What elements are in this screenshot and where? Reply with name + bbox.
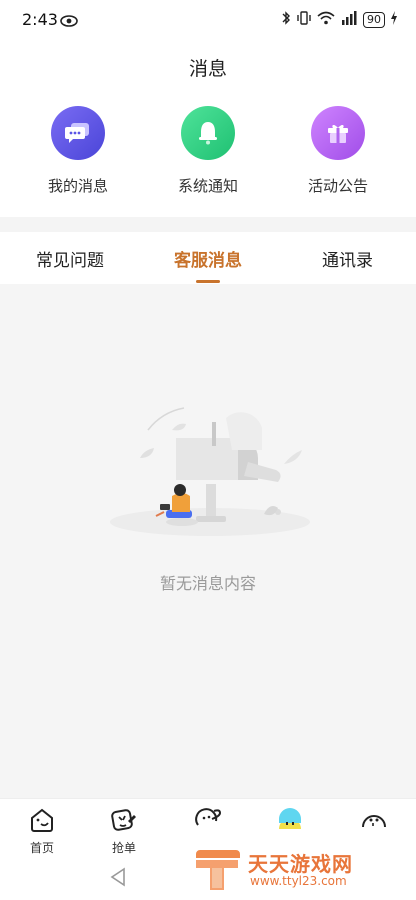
back-triangle-icon[interactable]: [108, 866, 128, 892]
nav-avatar[interactable]: [260, 807, 320, 835]
section-divider: [0, 217, 416, 232]
page-title: 消息: [188, 58, 227, 80]
nav-grab-order[interactable]: 抢单: [94, 807, 154, 856]
tab-faq[interactable]: 常见问题: [36, 246, 104, 271]
system-notice-label: 系统通知: [177, 177, 238, 195]
watermark-logo-icon: [196, 850, 240, 890]
chat-bubble-icon: [51, 106, 105, 160]
gift-icon: [311, 106, 365, 160]
tab-contacts[interactable]: 通讯录: [322, 246, 373, 271]
active-tab-indicator: [196, 280, 220, 283]
activity-announcement-button[interactable]: 活动公告: [278, 106, 398, 196]
planet-face-icon: [194, 808, 222, 833]
grab-order-icon: [110, 809, 138, 837]
message-list-area: 暂无消息内容: [0, 284, 416, 798]
nav-home-label: 首页: [29, 841, 54, 855]
nav-planet[interactable]: [178, 807, 238, 833]
empty-mailbox-illustration: [100, 404, 316, 554]
my-messages-label: 我的消息: [47, 177, 108, 195]
tab-customer-service[interactable]: 客服消息: [174, 246, 242, 271]
status-bar: 2:43 90: [0, 0, 416, 40]
home-face-icon: [29, 808, 55, 837]
nav-home[interactable]: 首页: [12, 807, 72, 856]
battery-indicator: 90: [363, 11, 385, 28]
watermark-text: 天天游戏网: [248, 852, 353, 876]
nav-profile[interactable]: [344, 807, 404, 833]
my-messages-button[interactable]: 我的消息: [18, 106, 138, 196]
signal-icon: [340, 10, 358, 29]
vibrate-icon: [296, 10, 312, 29]
quick-actions: 我的消息 系统通知 活动公告: [0, 106, 416, 206]
charging-icon: [390, 10, 398, 29]
system-notice-button[interactable]: 系统通知: [148, 106, 268, 196]
message-tabs: 常见问题 客服消息 通讯录: [0, 232, 416, 284]
status-time: 2:43: [22, 10, 58, 29]
watermark: 天天游戏网 www.ttyl23.com: [192, 846, 392, 896]
profile-face-icon: [360, 814, 388, 833]
bluetooth-icon: [281, 10, 291, 29]
activity-announcement-label: 活动公告: [307, 177, 368, 195]
nav-grab-order-label: 抢单: [111, 841, 136, 855]
empty-state-text: 暂无消息内容: [159, 574, 256, 593]
watermark-url: www.ttyl23.com: [250, 874, 347, 888]
wifi-icon: [317, 10, 335, 29]
eye-icon: [60, 12, 78, 31]
avatar-icon: [276, 808, 304, 835]
bell-icon: [181, 106, 235, 160]
